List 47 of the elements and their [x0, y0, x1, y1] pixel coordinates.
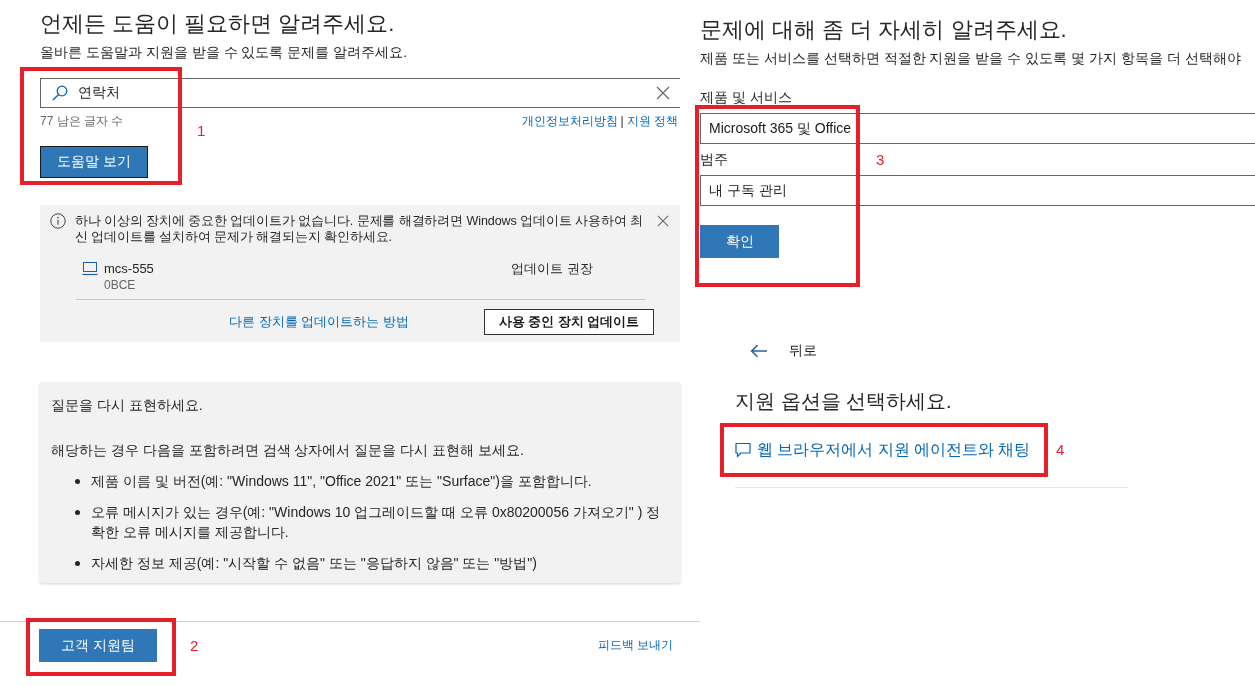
annotation-number: 3 [876, 151, 885, 169]
close-icon [657, 215, 669, 227]
tip-text: 오류 메시지가 있는 경우(예: "Windows 10 업그레이드할 때 오류 0x80200056 가져오기" ) 정확한 오류 메시지를 제공합니다. [91, 503, 662, 542]
confirm-button[interactable]: 확인 [700, 225, 779, 258]
device-status: 업데이트 권장 [511, 261, 594, 277]
bullet-icon [75, 510, 80, 515]
search-icon [52, 85, 68, 101]
update-help-link[interactable]: 다른 장치를 업데이트하는 방법 [229, 313, 409, 331]
notice-message: 하나 이상의 장치에 중요한 업데이트가 없습니다. 문제를 해결하려면 Windows 업데이트 사용하여 최신 업데이트를 설치하여 문제가 해결되는지 확인하세요. [75, 213, 644, 245]
support-team-button[interactable]: 고객 지원팀 [39, 629, 157, 662]
annotation-number: 4 [1056, 441, 1065, 459]
policy-link[interactable]: 개인정보처리방침 [521, 113, 618, 129]
help-button[interactable]: 도움말 보기 [40, 146, 148, 178]
tips-intro: 해당하는 경우 다음을 포함하려면 검색 상자에서 질문을 다시 표현해 보세요. [51, 442, 525, 458]
field-label: 제품 및 서비스 [700, 88, 792, 106]
field-label: 범주 [700, 150, 728, 168]
tip-text: 제품 이름 및 버전(예: "Windows 11", "Office 2021" 또는 "Surface")을 포함합니다. [91, 472, 592, 491]
monitor-icon [82, 262, 98, 276]
close-button[interactable] [657, 215, 669, 227]
bullet-icon [75, 561, 80, 566]
clear-button[interactable] [656, 86, 670, 100]
character-count: 77 남은 글자 수 [40, 113, 124, 129]
tips-title: 질문을 다시 표현하세요. [51, 397, 204, 413]
annotation-number: 2 [190, 637, 199, 655]
chat-bubble-icon [735, 442, 751, 458]
arrow-left-icon [750, 344, 768, 358]
info-icon [50, 213, 66, 229]
select-field[interactable]: Microsoft 365 및 Office [700, 113, 1255, 144]
feedback-link[interactable]: 피드백 보내기 [597, 637, 673, 654]
device-id: 0BCE [104, 277, 137, 293]
device-name: mcs-555 [104, 261, 155, 277]
support-title: 지원 옵션을 선택하세요. [735, 389, 952, 414]
page-subtitle: 올바른 도움말과 지원을 받을 수 있도록 문제를 알려주세요. [40, 43, 408, 61]
update-device-button[interactable]: 사용 중인 장치 업데이트 [484, 309, 654, 335]
chat-link[interactable]: 웹 브라우저에서 지원 에이전트와 채팅 [735, 440, 1031, 460]
back-button[interactable]: 뒤로 [750, 341, 817, 361]
close-icon [656, 86, 670, 100]
select-field[interactable]: 내 구독 관리 [700, 175, 1255, 206]
section-title: 문제에 대해 좀 더 자세히 알려주세요. [700, 16, 1067, 44]
bullet-icon [75, 479, 80, 484]
section-subtitle: 제품 또는 서비스를 선택하면 적절한 지원을 받을 수 있도록 몇 가지 항목을 더 선택해야 [700, 49, 1241, 67]
page-title: 언제든 도움이 필요하면 알려주세요. [40, 10, 395, 38]
annotation-number: 1 [197, 122, 206, 140]
policy-link[interactable]: 지원 정책 [626, 113, 678, 129]
search-field[interactable]: 연락처 [40, 78, 680, 108]
link-separator: | [620, 113, 624, 129]
tip-text: 자세한 정보 제공(예: "시작할 수 없음" 또는 "응답하지 않음" 또는 "방법") [91, 554, 537, 573]
